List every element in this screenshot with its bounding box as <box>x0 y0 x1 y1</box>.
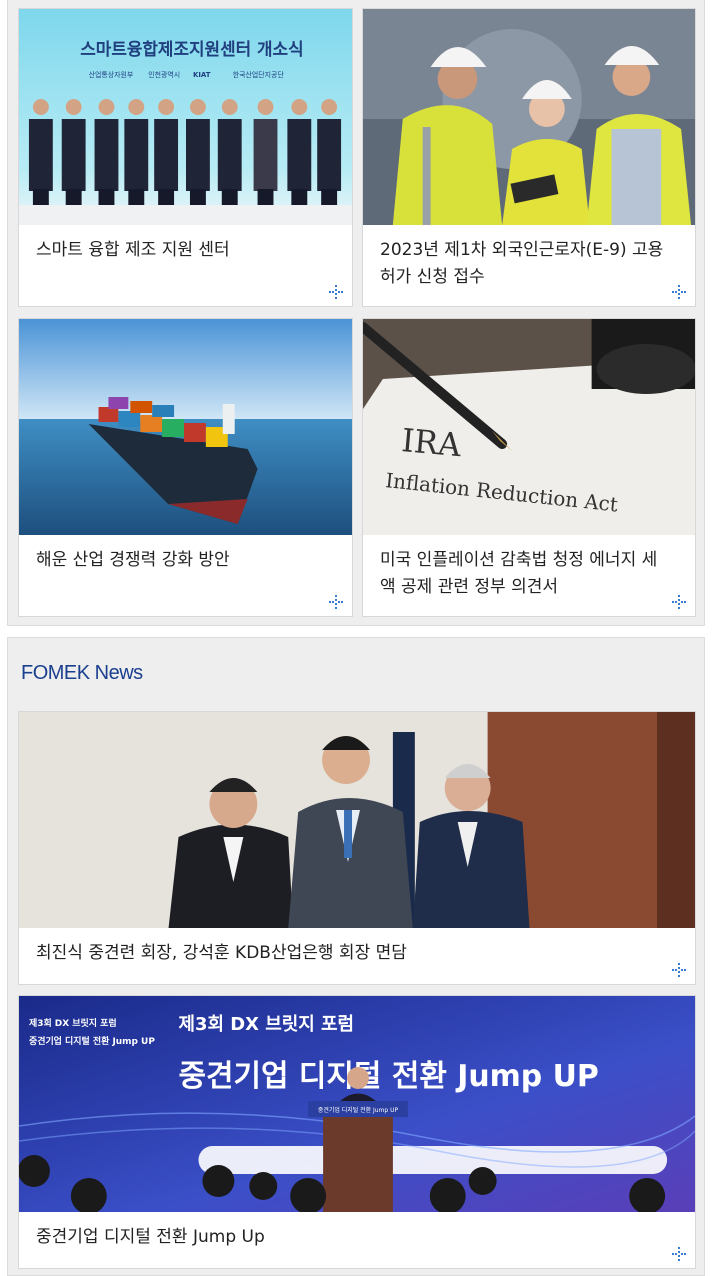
news-caption: 중견기업 디지털 전환 Jump Up <box>36 1227 265 1247</box>
featured-section: 스마트융합제조지원센터 개소식 산업통상자원부 인천광역시 KIAT 한국산업단… <box>7 0 705 626</box>
logo-2: 인천광역시 <box>148 70 180 79</box>
news-card-meeting[interactable]: 최진식 중견련 회장, 강석훈 KDB산업은행 회장 면담 <box>18 711 696 985</box>
more-plus-icon[interactable] <box>328 594 344 610</box>
logo-3: KIAT <box>193 71 211 79</box>
forum-photo: 제3회 DX 브릿지 포럼 중견기업 디지털 전환 Jump UP 제3회 DX… <box>19 996 695 1212</box>
cargo-ship-photo <box>19 319 352 535</box>
opening-ceremony-photo: 스마트융합제조지원센터 개소식 산업통상자원부 인천광역시 KIAT 한국산업단… <box>19 9 352 225</box>
card-smart-center[interactable]: 스마트융합제조지원센터 개소식 산업통상자원부 인천광역시 KIAT 한국산업단… <box>18 8 353 307</box>
news-caption: 최진식 중견련 회장, 강석훈 KDB산업은행 회장 면담 <box>36 943 407 963</box>
ira-document-photo: IRA Inflation Reduction Act <box>363 319 695 535</box>
card-caption: 2023년 제1차 외국인근로자(E-9) 고용 허가 신청 접수 <box>380 240 664 287</box>
meeting-photo <box>19 712 695 928</box>
more-plus-icon[interactable] <box>671 962 687 978</box>
banner-headline: 중견기업 디지털 전환 Jump UP <box>179 1059 599 1094</box>
news-section: FOMEK News 최진식 중견련 회장, 강석훈 KDB산업은행 회장 면담… <box>7 637 705 1276</box>
podium-label: 중견기업 디지털 전환 Jump UP <box>318 1106 399 1114</box>
more-plus-icon[interactable] <box>328 284 344 300</box>
more-plus-icon[interactable] <box>671 594 687 610</box>
news-card-forum[interactable]: 제3회 DX 브릿지 포럼 중견기업 디지털 전환 Jump UP 제3회 DX… <box>18 995 696 1269</box>
logo-1: 산업통상자원부 <box>89 70 134 79</box>
more-plus-icon[interactable] <box>671 284 687 300</box>
banner-small-sub: 중견기업 디지털 전환 Jump UP <box>29 1035 155 1047</box>
card-shipping[interactable]: 해운 산업 경쟁력 강화 방안 <box>18 318 353 617</box>
card-foreign-workers[interactable]: 2023년 제1차 외국인근로자(E-9) 고용 허가 신청 접수 <box>362 8 696 307</box>
card-caption: 해운 산업 경쟁력 강화 방안 <box>36 550 230 570</box>
card-caption: 미국 인플레이션 감축법 청정 에너지 세액 공제 관련 정부 의견서 <box>380 550 658 597</box>
more-plus-icon[interactable] <box>671 1246 687 1262</box>
factory-workers-photo <box>363 9 695 225</box>
banner-title: 제3회 DX 브릿지 포럼 <box>179 1014 355 1035</box>
card-caption: 스마트 융합 제조 지원 센터 <box>36 240 230 260</box>
banner-title: 스마트융합제조지원센터 개소식 <box>80 39 303 59</box>
banner-small-title: 제3회 DX 브릿지 포럼 <box>29 1017 117 1029</box>
card-ira[interactable]: IRA Inflation Reduction Act 미국 인플레이션 감축법… <box>362 318 696 617</box>
ira-heading: IRA <box>400 421 463 464</box>
logo-4: 한국산업단지공단 <box>233 70 285 79</box>
section-title: FOMEK News <box>21 662 143 684</box>
